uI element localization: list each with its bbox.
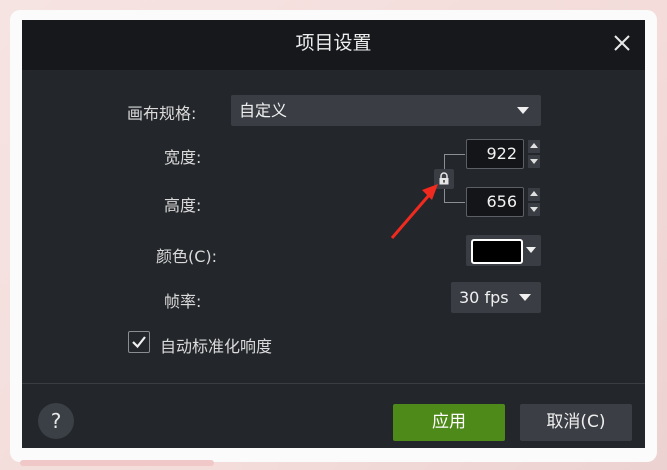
annotation-arrow-icon [390,184,438,239]
